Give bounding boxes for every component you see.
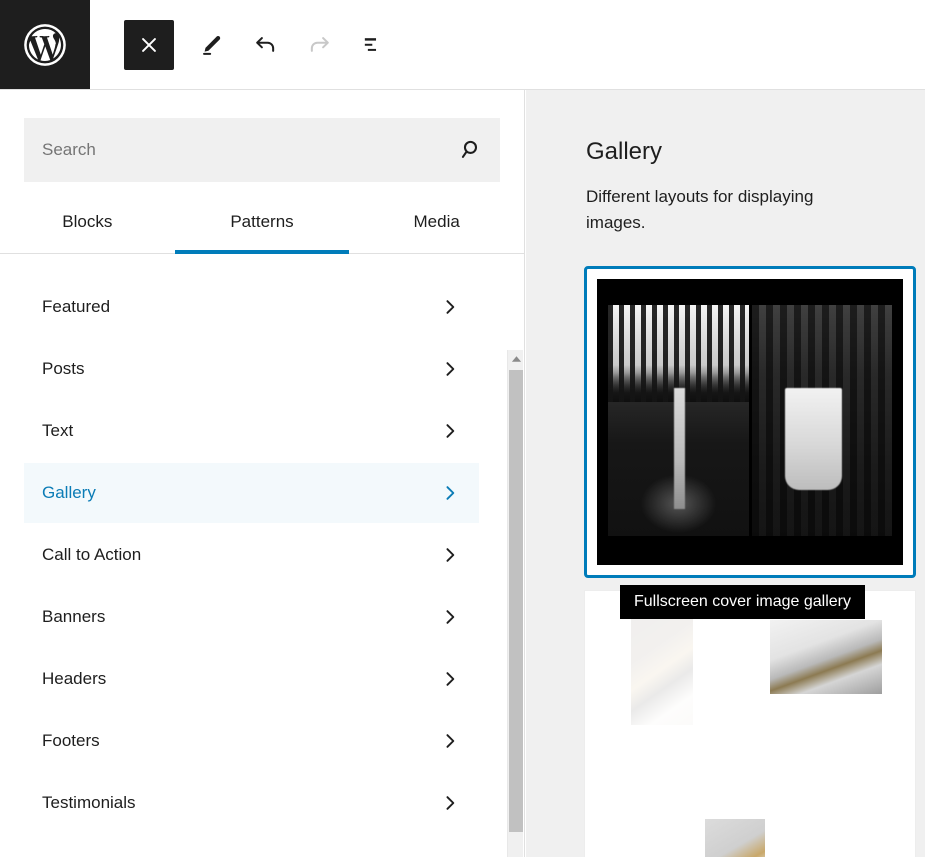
category-item-gallery[interactable]: Gallery [24,463,479,523]
editor-toolbar [90,0,400,89]
chevron-right-icon [439,358,461,380]
editor-header [0,0,925,90]
pattern-preview-fullscreen-cover-gallery[interactable] [584,266,916,578]
close-icon [142,37,156,52]
tab-patterns[interactable]: Patterns [174,190,350,254]
chevron-right-icon [439,296,461,318]
chevron-right-icon [439,792,461,814]
waterfall-image-left [607,304,749,537]
undo-icon [255,37,274,52]
chevron-right-icon [439,420,461,442]
edit-tool-button[interactable] [184,18,238,72]
category-label: Testimonials [42,793,136,812]
wordpress-logo-icon [24,23,66,66]
search-input[interactable] [24,118,444,182]
chevron-right-icon [439,482,461,504]
panel-title: Gallery [586,138,663,165]
category-label: Text [42,421,74,440]
category-label: Footers [42,731,100,750]
category-list-scrollbar[interactable] [507,350,523,857]
tab-media[interactable]: Media [349,190,524,253]
scroll-up-arrow[interactable] [508,350,524,368]
pencil-icon [203,35,221,55]
pattern-preview-panel: Gallery Different layouts for displaying… [526,90,925,857]
search-icon [461,140,478,158]
chevron-right-icon [439,668,461,690]
pattern-thumbnail-image [705,819,765,857]
chevron-right-icon [439,606,461,628]
chevron-right-icon [439,544,461,566]
category-item-headers[interactable]: Headers [24,649,479,709]
search-container [0,90,524,182]
category-label: Posts [42,359,85,378]
category-item-text[interactable]: Text [24,401,479,461]
wordpress-logo-button[interactable] [0,0,90,89]
redo-icon [310,37,329,52]
pattern-category-list: Featured Posts Text Gallery Call to Acti… [0,259,503,857]
category-item-banners[interactable]: Banners [24,587,479,647]
list-view-icon [364,37,377,51]
category-label: Banners [42,607,106,626]
redo-button[interactable] [292,18,346,72]
block-inserter-window: Blocks Patterns Media Featured Posts [0,0,925,857]
category-label: Call to Action [42,545,142,564]
category-item-footers[interactable]: Footers [24,711,479,771]
category-item-testimonials[interactable]: Testimonials [24,773,479,833]
category-item-posts[interactable]: Posts [24,339,479,399]
category-label: Featured [42,297,111,316]
undo-button[interactable] [238,18,292,72]
search-button[interactable] [444,118,500,182]
tab-blocks[interactable]: Blocks [0,190,175,253]
close-inserter-button[interactable] [124,19,174,70]
category-label: Gallery [42,483,96,502]
inserter-left-panel: Blocks Patterns Media Featured Posts [0,90,525,857]
panel-description: Different layouts for displaying images. [586,187,814,232]
pattern-preview-image [597,279,903,565]
pattern-thumbnail-image [770,620,882,694]
category-item-featured[interactable]: Featured [24,277,479,337]
search-field[interactable] [24,118,500,182]
scrollbar-thumb[interactable] [509,370,523,832]
category-label: Headers [42,669,107,688]
waterfall-image-right [751,304,893,537]
category-item-call-to-action[interactable]: Call to Action [24,525,479,585]
inserter-tabs: Blocks Patterns Media [0,190,524,254]
pattern-tooltip: Fullscreen cover image gallery [620,585,865,619]
pattern-preview-offset-gallery[interactable] [584,590,916,857]
pattern-thumbnail-image [631,619,693,725]
list-view-button[interactable] [346,18,400,72]
chevron-right-icon [439,730,461,752]
